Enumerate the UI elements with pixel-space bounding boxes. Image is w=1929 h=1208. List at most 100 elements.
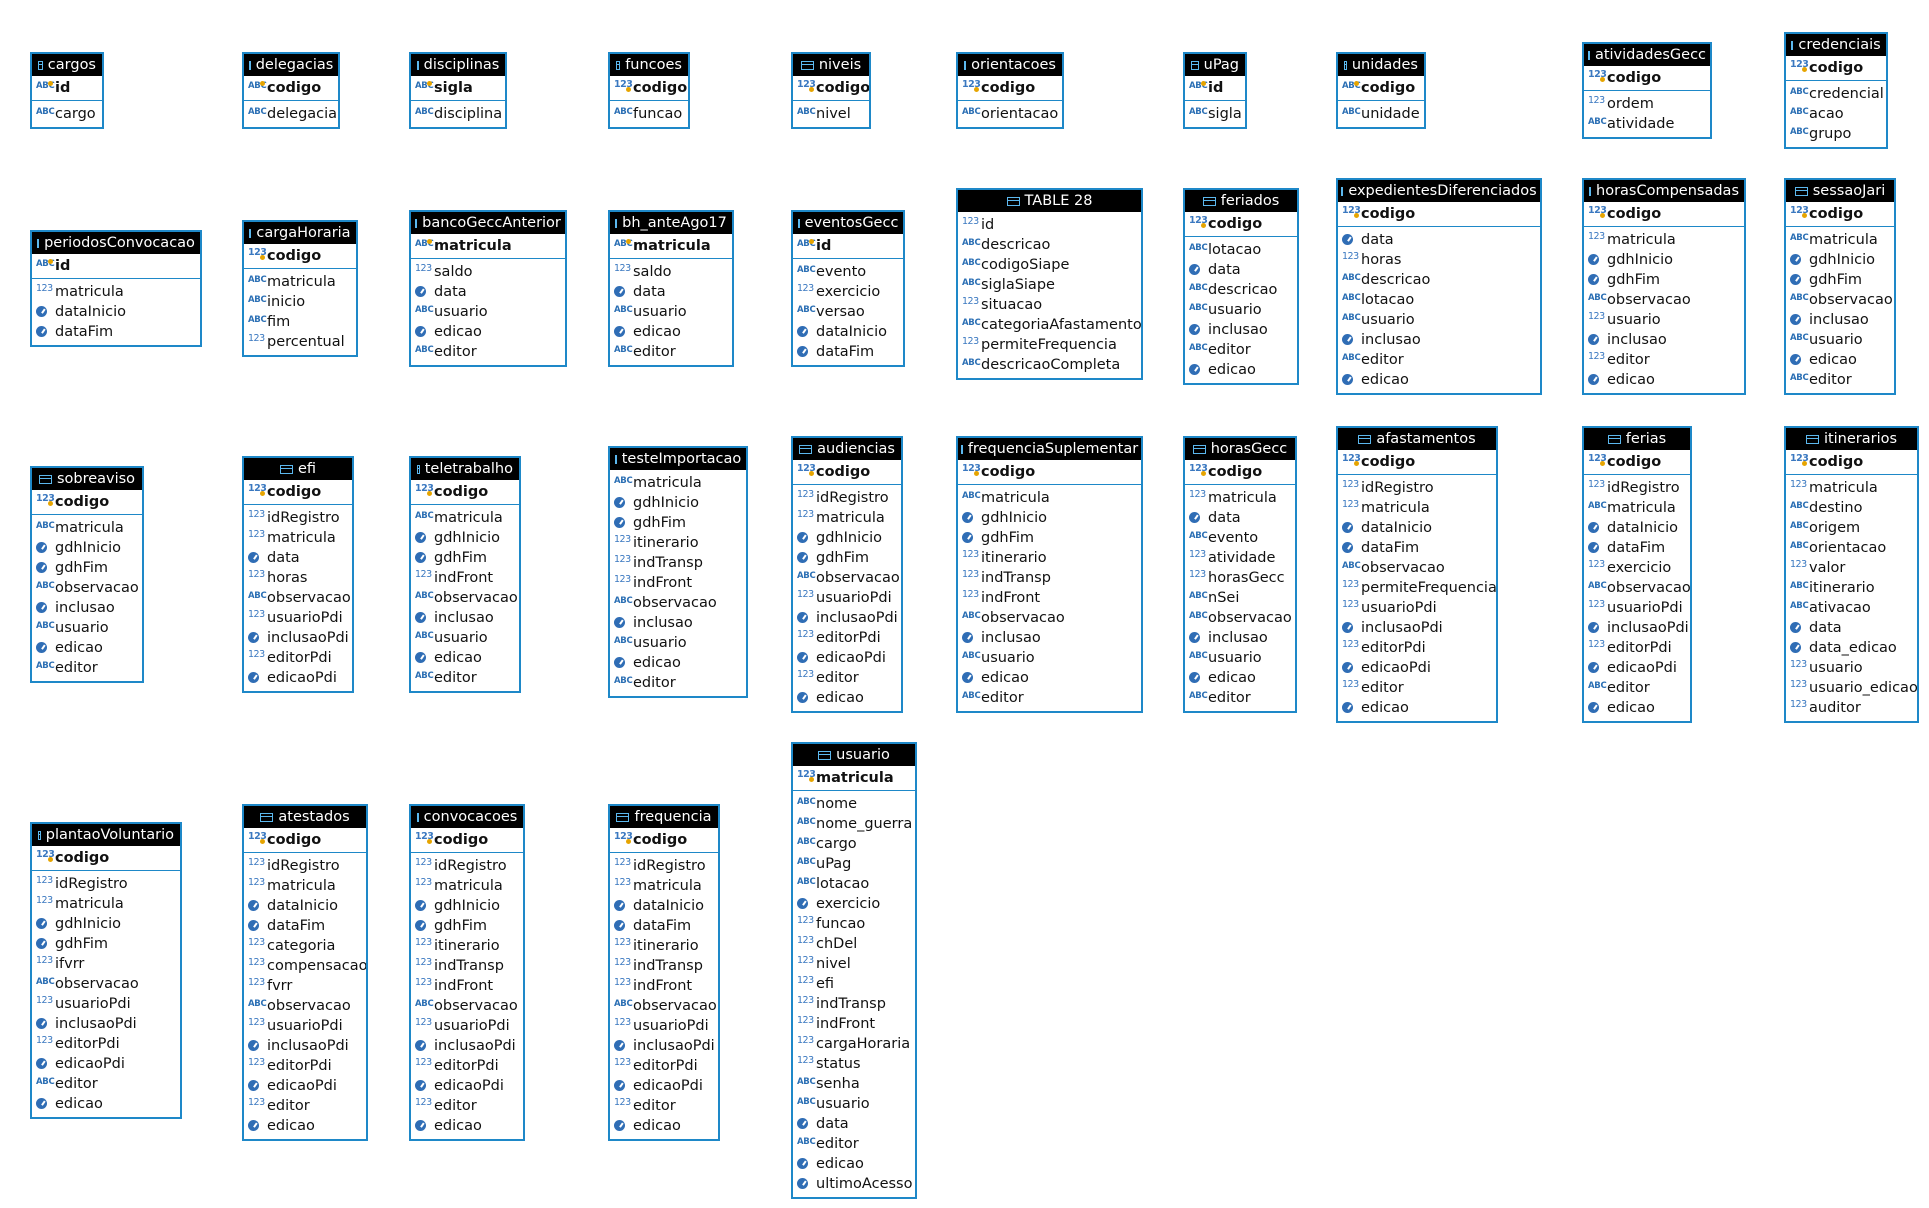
column-row[interactable]: 123 indFront bbox=[411, 976, 523, 996]
table-header[interactable]: plantaoVoluntario bbox=[32, 824, 180, 846]
table-sessaojari[interactable]: sessaoJari 123codigo ABCmatricula gdhInicio… bbox=[1784, 178, 1896, 395]
table-header[interactable]: niveis bbox=[793, 54, 869, 76]
column-row[interactable]: edicao bbox=[610, 653, 746, 673]
column-row[interactable]: inclusao bbox=[1185, 320, 1297, 340]
column-row[interactable]: edicao bbox=[1338, 370, 1540, 390]
column-row[interactable]: ABCeditor bbox=[958, 688, 1141, 708]
column-row[interactable]: edicao bbox=[32, 1094, 180, 1114]
column-row[interactable]: ABCevento bbox=[1185, 528, 1295, 548]
column-row[interactable]: 123 matricula bbox=[1584, 230, 1744, 250]
column-row[interactable]: data_edicao bbox=[1786, 638, 1917, 658]
table-usuario[interactable]: usuario 123matricula ABCnome ABCnome_guerra… bbox=[791, 742, 917, 1199]
column-row[interactable]: 123 exercicio bbox=[793, 282, 903, 302]
table-header[interactable]: feriados bbox=[1185, 190, 1297, 212]
column-row[interactable]: 123 usuarioPdi bbox=[244, 1016, 366, 1036]
column-row[interactable]: 123 editorPdi bbox=[411, 1056, 523, 1076]
column-row[interactable]: dataInicio bbox=[610, 896, 718, 916]
column-row[interactable]: 123 usuario bbox=[1584, 310, 1744, 330]
column-row[interactable]: inclusao bbox=[1185, 628, 1295, 648]
column-row[interactable]: 123 idRegistro bbox=[244, 508, 352, 528]
column-row[interactable]: ABCeditor bbox=[32, 1074, 180, 1094]
table-header[interactable]: bancoGeccAnterior bbox=[411, 212, 565, 234]
column-row[interactable]: ABCmatricula bbox=[958, 488, 1141, 508]
column-row[interactable]: dataInicio bbox=[793, 322, 903, 342]
column-row[interactable]: inclusao bbox=[1338, 330, 1540, 350]
column-row[interactable]: inclusaoPdi bbox=[244, 628, 352, 648]
column-row[interactable]: data bbox=[1185, 260, 1297, 280]
column-row[interactable]: ABCcargo bbox=[793, 834, 915, 854]
column-row[interactable]: inclusao bbox=[32, 598, 142, 618]
primary-key-column[interactable]: 123codigo bbox=[793, 76, 869, 101]
column-row[interactable]: 123 matricula bbox=[411, 876, 523, 896]
column-row[interactable]: 123 editorPdi bbox=[1584, 638, 1690, 658]
column-row[interactable]: ABCusuario bbox=[1185, 300, 1297, 320]
primary-key-column[interactable]: 123codigo bbox=[1185, 212, 1297, 237]
column-row[interactable]: 123 indFront bbox=[958, 588, 1141, 608]
column-row[interactable]: edicao bbox=[411, 648, 519, 668]
column-row[interactable]: ABCobservacao bbox=[610, 996, 718, 1016]
primary-key-column[interactable]: 123codigo bbox=[1338, 450, 1496, 475]
column-row[interactable]: edicao bbox=[1338, 698, 1496, 718]
table-ferias[interactable]: ferias 123codigo 123 idRegistro ABCmatricula… bbox=[1582, 426, 1692, 723]
column-row[interactable]: 123 editorPdi bbox=[1338, 638, 1496, 658]
column-row[interactable]: ABCusuario bbox=[32, 618, 142, 638]
table-teletrabalho[interactable]: teletrabalho 123codigo ABCmatricula gdhInic… bbox=[409, 456, 521, 693]
column-row[interactable]: ABCobservacao bbox=[32, 974, 180, 994]
column-row[interactable]: 123 indFront bbox=[610, 976, 718, 996]
column-row[interactable]: edicao bbox=[610, 322, 732, 342]
primary-key-column[interactable]: 123codigo bbox=[244, 828, 366, 853]
column-row[interactable]: 123 indTransp bbox=[411, 956, 523, 976]
column-row[interactable]: gdhInicio bbox=[1584, 250, 1744, 270]
table-atestados[interactable]: atestados 123codigo 123 idRegistro 123 matric… bbox=[242, 804, 368, 1141]
column-row[interactable]: 123 idRegistro bbox=[793, 488, 901, 508]
table-orientacoes[interactable]: orientacoes 123codigo ABCorientacao bbox=[956, 52, 1064, 129]
column-row[interactable]: 123 editor bbox=[244, 1096, 366, 1116]
column-row[interactable]: 123 atividade bbox=[1185, 548, 1295, 568]
table-periodosconvocacao[interactable]: periodosConvocacao ABCid 123 matricula dataI… bbox=[30, 230, 202, 347]
column-row[interactable]: dataFim bbox=[32, 322, 200, 342]
column-row[interactable]: 123 matricula bbox=[32, 894, 180, 914]
column-row[interactable]: 123 fvrr bbox=[244, 976, 366, 996]
column-row[interactable]: 123 nivel bbox=[793, 954, 915, 974]
table-header[interactable]: disciplinas bbox=[411, 54, 505, 76]
table-plantaovoluntario[interactable]: plantaoVoluntario 123codigo 123 idRegistro 1… bbox=[30, 822, 182, 1119]
primary-key-column[interactable]: ABCid bbox=[32, 254, 200, 279]
column-row[interactable]: ABCorigem bbox=[1786, 518, 1917, 538]
column-row[interactable]: 123 editor bbox=[793, 668, 901, 688]
column-row[interactable]: ABCusuario bbox=[610, 633, 746, 653]
column-row[interactable]: ABCusuario bbox=[793, 1094, 915, 1114]
primary-key-column[interactable]: 123codigo bbox=[32, 846, 180, 871]
column-row[interactable]: inclusaoPdi bbox=[610, 1036, 718, 1056]
column-row[interactable]: inclusaoPdi bbox=[1584, 618, 1690, 638]
column-row[interactable]: ABCdelegacia bbox=[244, 104, 338, 124]
column-row[interactable]: 123 matricula bbox=[32, 282, 200, 302]
column-row[interactable]: 123 usuarioPdi bbox=[411, 1016, 523, 1036]
column-row[interactable]: edicao bbox=[32, 638, 142, 658]
table-credenciais[interactable]: credenciais 123codigo ABCcredencial ABCacao… bbox=[1784, 32, 1888, 149]
table-header[interactable]: expedientesDiferenciados bbox=[1338, 180, 1540, 202]
column-row[interactable]: 123 saldo bbox=[610, 262, 732, 282]
column-row[interactable]: 123 indTransp bbox=[610, 553, 746, 573]
table-sobreaviso[interactable]: sobreaviso 123codigo ABCmatricula gdhInicio… bbox=[30, 466, 144, 683]
column-row[interactable]: gdhFim bbox=[610, 513, 746, 533]
primary-key-column[interactable]: 123codigo bbox=[610, 828, 718, 853]
primary-key-column[interactable]: 123matricula bbox=[793, 766, 915, 791]
column-row[interactable]: dataInicio bbox=[1338, 518, 1496, 538]
primary-key-column[interactable]: 123codigo bbox=[793, 460, 901, 485]
table-bancogeccanterior[interactable]: bancoGeccAnterior ABCmatricula 123 saldo dat… bbox=[409, 210, 567, 367]
table-header[interactable]: bh_anteAgo17 bbox=[610, 212, 732, 234]
column-row[interactable]: 123 editor bbox=[1338, 678, 1496, 698]
table-header[interactable]: atividadesGecc bbox=[1584, 44, 1710, 66]
primary-key-column[interactable]: 123codigo bbox=[32, 490, 142, 515]
column-row[interactable]: ABCeditor bbox=[1786, 370, 1894, 390]
column-row[interactable]: edicao bbox=[411, 1116, 523, 1136]
column-row[interactable]: inclusaoPdi bbox=[32, 1014, 180, 1034]
table-disciplinas[interactable]: disciplinas ABCsigla ABCdisciplina bbox=[409, 52, 507, 129]
column-row[interactable]: ABCorientacao bbox=[958, 104, 1062, 124]
table-header[interactable]: sobreaviso bbox=[32, 468, 142, 490]
column-row[interactable]: data bbox=[411, 282, 565, 302]
column-row[interactable]: 123 usuarioPdi bbox=[1338, 598, 1496, 618]
table-funcoes[interactable]: funcoes 123codigo ABCfuncao bbox=[608, 52, 690, 129]
table-header[interactable]: credenciais bbox=[1786, 34, 1886, 56]
column-row[interactable]: ABCmatricula bbox=[244, 272, 356, 292]
